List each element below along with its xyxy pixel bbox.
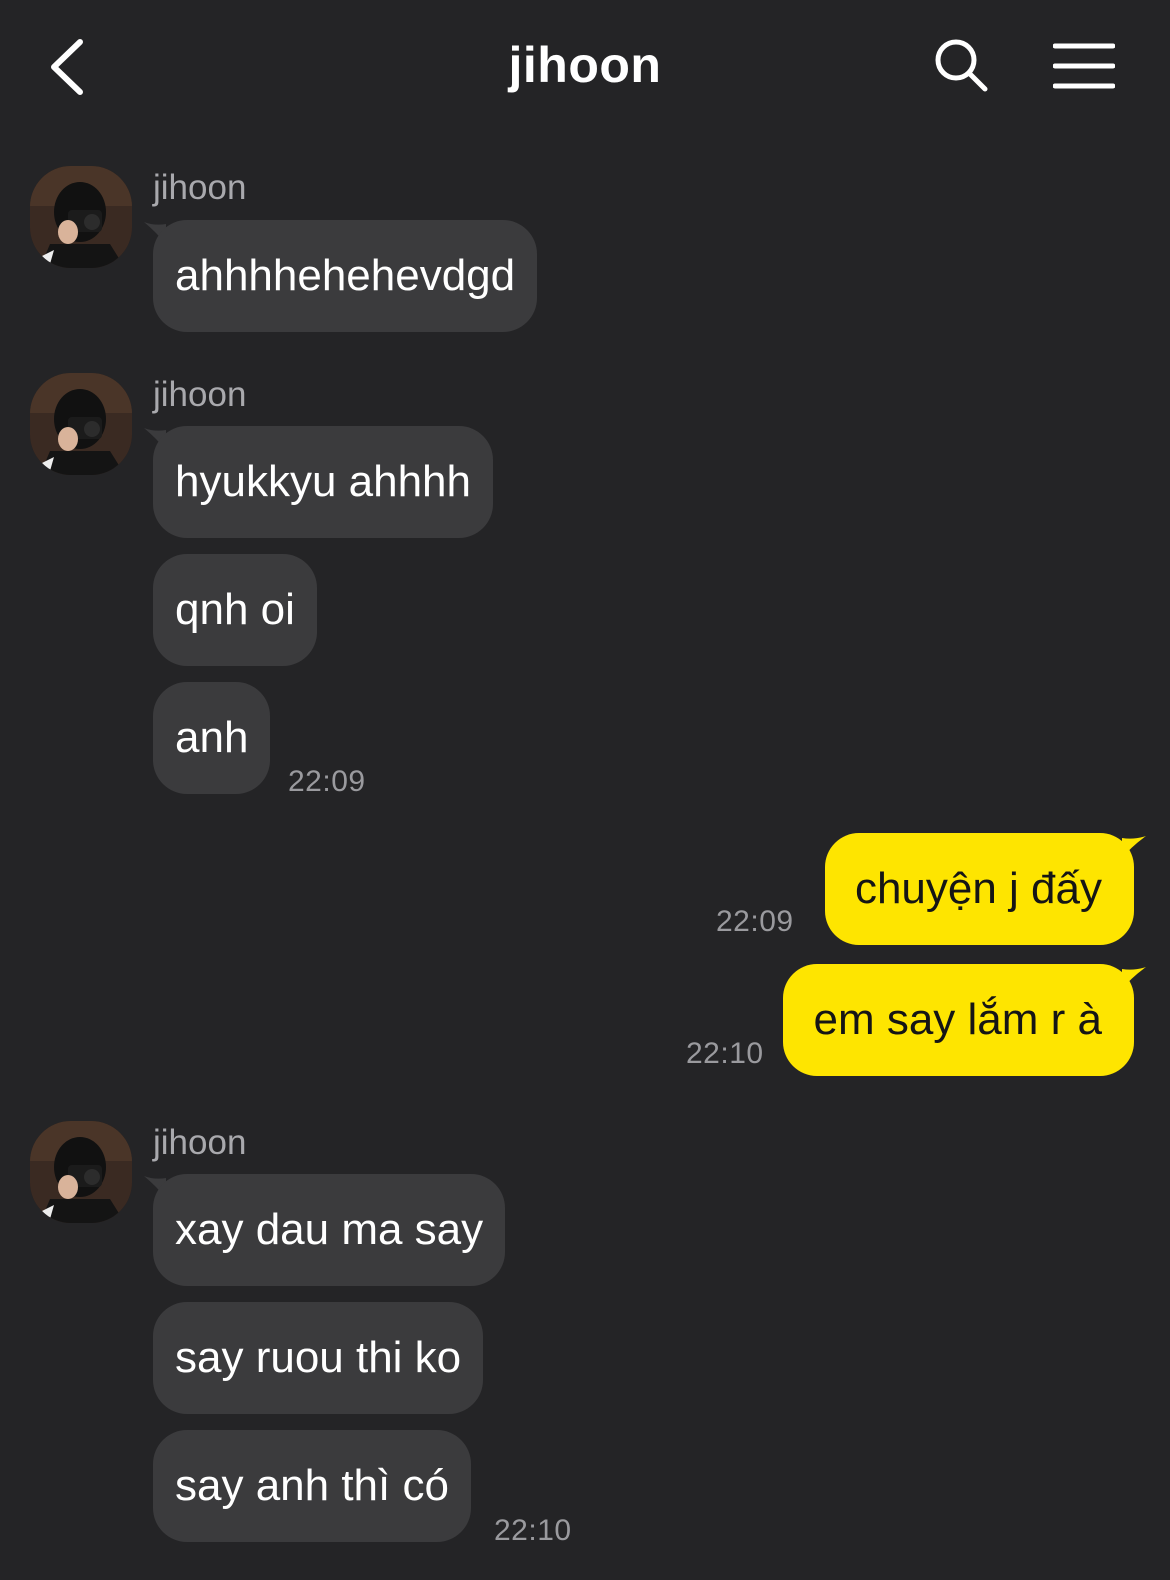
chat-header: jihoon [0, 0, 1170, 130]
avatar[interactable] [30, 1121, 132, 1223]
sender-name: jihoon [153, 375, 247, 414]
message-bubble[interactable]: ahhhhehehevdgd [153, 220, 538, 332]
message-timestamp: 22:10 [686, 1037, 764, 1070]
outgoing-message-bubble[interactable]: chuyện j đấy [824, 833, 1134, 945]
hamburger-menu-icon[interactable] [1053, 42, 1115, 90]
outgoing-message-bubble[interactable]: em say lắm r à [783, 964, 1134, 1076]
message-timestamp: 22:09 [716, 905, 794, 938]
message-bubble[interactable]: qnh oi [153, 554, 317, 666]
message-bubble[interactable]: say anh thì có [153, 1430, 471, 1542]
message-bubble[interactable]: xay dau ma say [153, 1174, 506, 1286]
message-bubble[interactable]: say ruou thi ko [153, 1302, 484, 1414]
avatar-photo [30, 166, 132, 268]
chat-title: jihoon [508, 37, 662, 93]
message-timestamp: 22:10 [494, 1514, 572, 1547]
search-icon[interactable] [934, 38, 988, 92]
avatar-photo [30, 373, 132, 475]
sender-name: jihoon [153, 168, 247, 207]
sender-name: jihoon [153, 1123, 247, 1162]
avatar[interactable] [30, 166, 132, 268]
avatar[interactable] [30, 373, 132, 475]
avatar-photo [30, 1121, 132, 1223]
message-timestamp: 22:09 [288, 765, 366, 798]
message-bubble[interactable]: anh [153, 682, 271, 794]
message-bubble[interactable]: hyukkyu ahhhh [153, 426, 493, 538]
